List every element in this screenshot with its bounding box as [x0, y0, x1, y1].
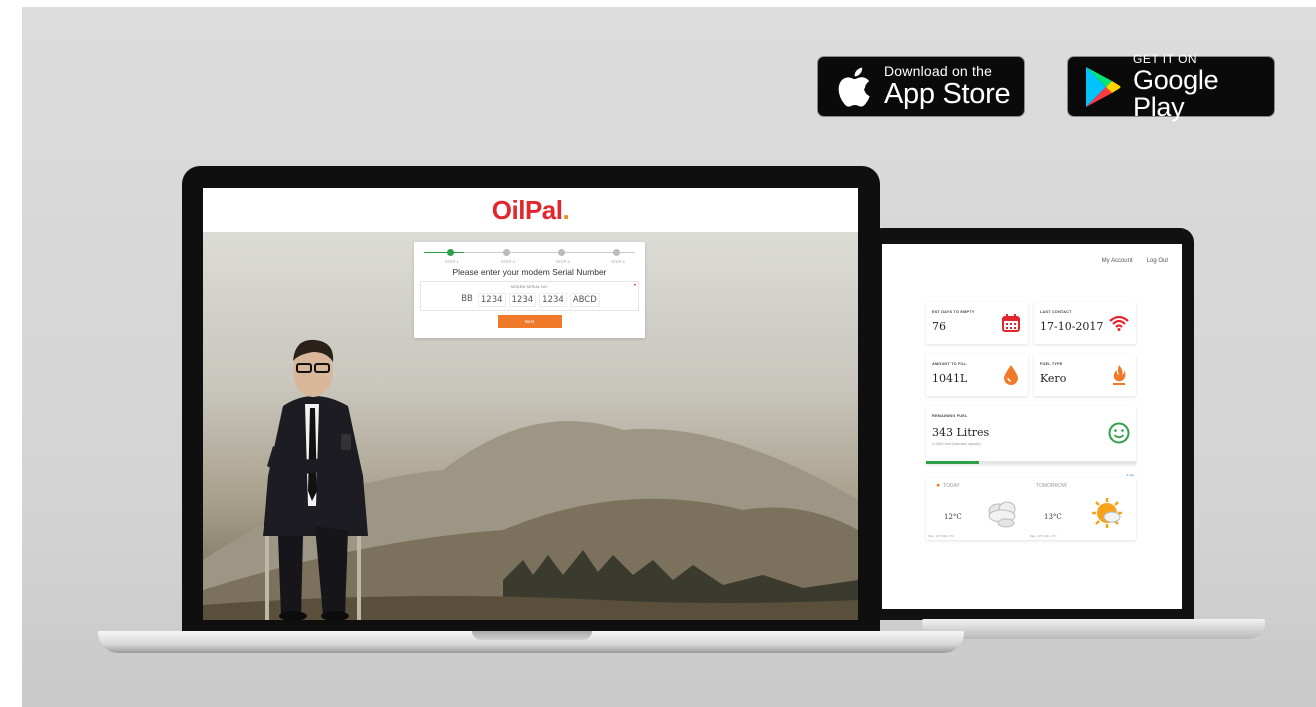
- required-marker: •: [633, 283, 636, 289]
- hero-image: STEP 1 STEP 2 STEP 3 STEP 4 Please enter…: [203, 232, 858, 620]
- step-3-label: STEP 3: [556, 259, 570, 264]
- last-contact-label: LAST CONTACT: [1040, 310, 1072, 314]
- app-store-badge[interactable]: Download on the App Store: [817, 56, 1025, 117]
- sun-small-icon: ✹: [936, 483, 941, 489]
- step-4-label: STEP 4: [611, 259, 625, 264]
- five-day-link[interactable]: 5 day: [1127, 473, 1134, 477]
- weather-card: 5 day ✹ TODAY TOMORROW 12°C 13°C Max: 13…: [926, 473, 1136, 540]
- log-out-link[interactable]: Log Out: [1147, 258, 1168, 264]
- remaining-fuel-value: 343 Litres: [932, 426, 990, 439]
- app-store-line1: Download on the: [884, 63, 993, 79]
- serial-field-1[interactable]: 1234: [477, 293, 506, 307]
- last-contact-card: LAST CONTACT 17-10-2017: [1034, 302, 1136, 344]
- remaining-fuel-fill: [926, 461, 979, 464]
- serial-field-4[interactable]: ABCD: [569, 293, 600, 307]
- est-days-value: 76: [932, 320, 946, 333]
- today-temp: 12°C: [944, 513, 962, 521]
- step-2-dot[interactable]: [503, 249, 510, 256]
- fuel-type-label: FUEL TYPE: [1040, 362, 1063, 366]
- google-play-line2: Google Play: [1133, 64, 1219, 122]
- serial-number-card: STEP 1 STEP 2 STEP 3 STEP 4 Please enter…: [414, 242, 645, 338]
- remaining-fuel-sub: of 1384 Litres (estimated capacity): [932, 442, 981, 446]
- serial-field-2[interactable]: 1234: [508, 293, 537, 307]
- tomorrow-sub: Max: 13°C Min: 4°C: [1030, 534, 1057, 538]
- serial-title: Please enter your modem Serial Number: [452, 267, 607, 277]
- front-laptop-notch: [472, 631, 592, 640]
- flame-icon: [1108, 364, 1130, 386]
- serial-caption: MODEM SERIAL NO.: [510, 285, 549, 289]
- google-play-badge[interactable]: GET IT ON Google Play: [1067, 51, 1275, 120]
- today-label: TODAY: [943, 483, 960, 489]
- progress-steps: STEP 1 STEP 2 STEP 3 STEP 4: [424, 248, 635, 266]
- last-contact-value: 17-10-2017: [1040, 320, 1104, 333]
- remaining-fuel-label: REMAINING FUEL: [932, 414, 968, 418]
- smiley-icon: [1108, 422, 1130, 444]
- serial-entry-screen: OilPal. STEP 1 STEP 2 STEP 3 STEP 4 Plea…: [203, 188, 858, 620]
- remaining-fuel-bar: [926, 461, 1136, 464]
- serial-field-3[interactable]: 1234: [539, 293, 567, 307]
- dashboard-screen: My Account Log Out EST DAYS TO EMPTY 76 …: [882, 244, 1182, 609]
- step-3-dot[interactable]: [558, 249, 565, 256]
- google-play-line1: GET IT ON: [1133, 51, 1198, 66]
- fuel-type-card: FUEL TYPE Kero: [1034, 354, 1136, 396]
- app-store-line2: App Store: [884, 78, 1011, 110]
- step-1-dot[interactable]: [447, 249, 454, 256]
- logo-text: OilPal: [491, 194, 563, 225]
- fuel-type-value: Kero: [1040, 372, 1067, 385]
- google-play-icon: [1078, 62, 1127, 112]
- oilpal-logo[interactable]: OilPal.: [491, 194, 570, 226]
- logo-dot: .: [562, 194, 570, 225]
- back-laptop-base: [922, 619, 1265, 639]
- calendar-icon: [1000, 312, 1022, 334]
- amount-fill-card: AMOUNT TO FILL 1041L: [926, 354, 1028, 396]
- serial-input-group: MODEM SERIAL NO. • BB 1234 1234 1234 ABC…: [420, 281, 639, 311]
- dashboard-nav: My Account Log Out: [882, 244, 1182, 278]
- step-4-dot[interactable]: [613, 249, 620, 256]
- showcase-background: Download on the App Store GET IT ON Goog…: [22, 7, 1316, 707]
- est-days-label: EST DAYS TO EMPTY: [932, 310, 975, 314]
- apple-icon: [828, 62, 878, 112]
- back-laptop: My Account Log Out EST DAYS TO EMPTY 76 …: [868, 228, 1194, 620]
- est-days-card: EST DAYS TO EMPTY 76: [926, 302, 1028, 344]
- sun-cloud-icon: [1090, 498, 1126, 535]
- step-1-label: STEP 1: [445, 259, 459, 264]
- oil-drop-icon: [1000, 364, 1022, 386]
- next-button[interactable]: Next: [497, 315, 562, 328]
- tomorrow-temp: 13°C: [1044, 513, 1062, 521]
- amount-fill-label: AMOUNT TO FILL: [932, 362, 967, 366]
- tomorrow-label: TOMORROW: [1036, 483, 1067, 489]
- oilpal-header: OilPal.: [203, 188, 858, 232]
- front-laptop: OilPal. STEP 1 STEP 2 STEP 3 STEP 4 Plea…: [182, 166, 880, 636]
- serial-prefix: BB: [461, 294, 473, 304]
- cloud-rain-icon: [984, 499, 1020, 534]
- my-account-link[interactable]: My Account: [1102, 258, 1133, 264]
- remaining-fuel-card: REMAINING FUEL 343 Litres of 1384 Litres…: [926, 406, 1136, 464]
- steps-progress: [424, 252, 464, 253]
- wifi-icon: [1108, 312, 1130, 334]
- businessman-photo: [263, 339, 368, 620]
- step-2-label: STEP 2: [501, 259, 515, 264]
- today-sub: Max: 13°C Min: 9°C: [928, 534, 955, 538]
- amount-fill-value: 1041L: [932, 372, 968, 385]
